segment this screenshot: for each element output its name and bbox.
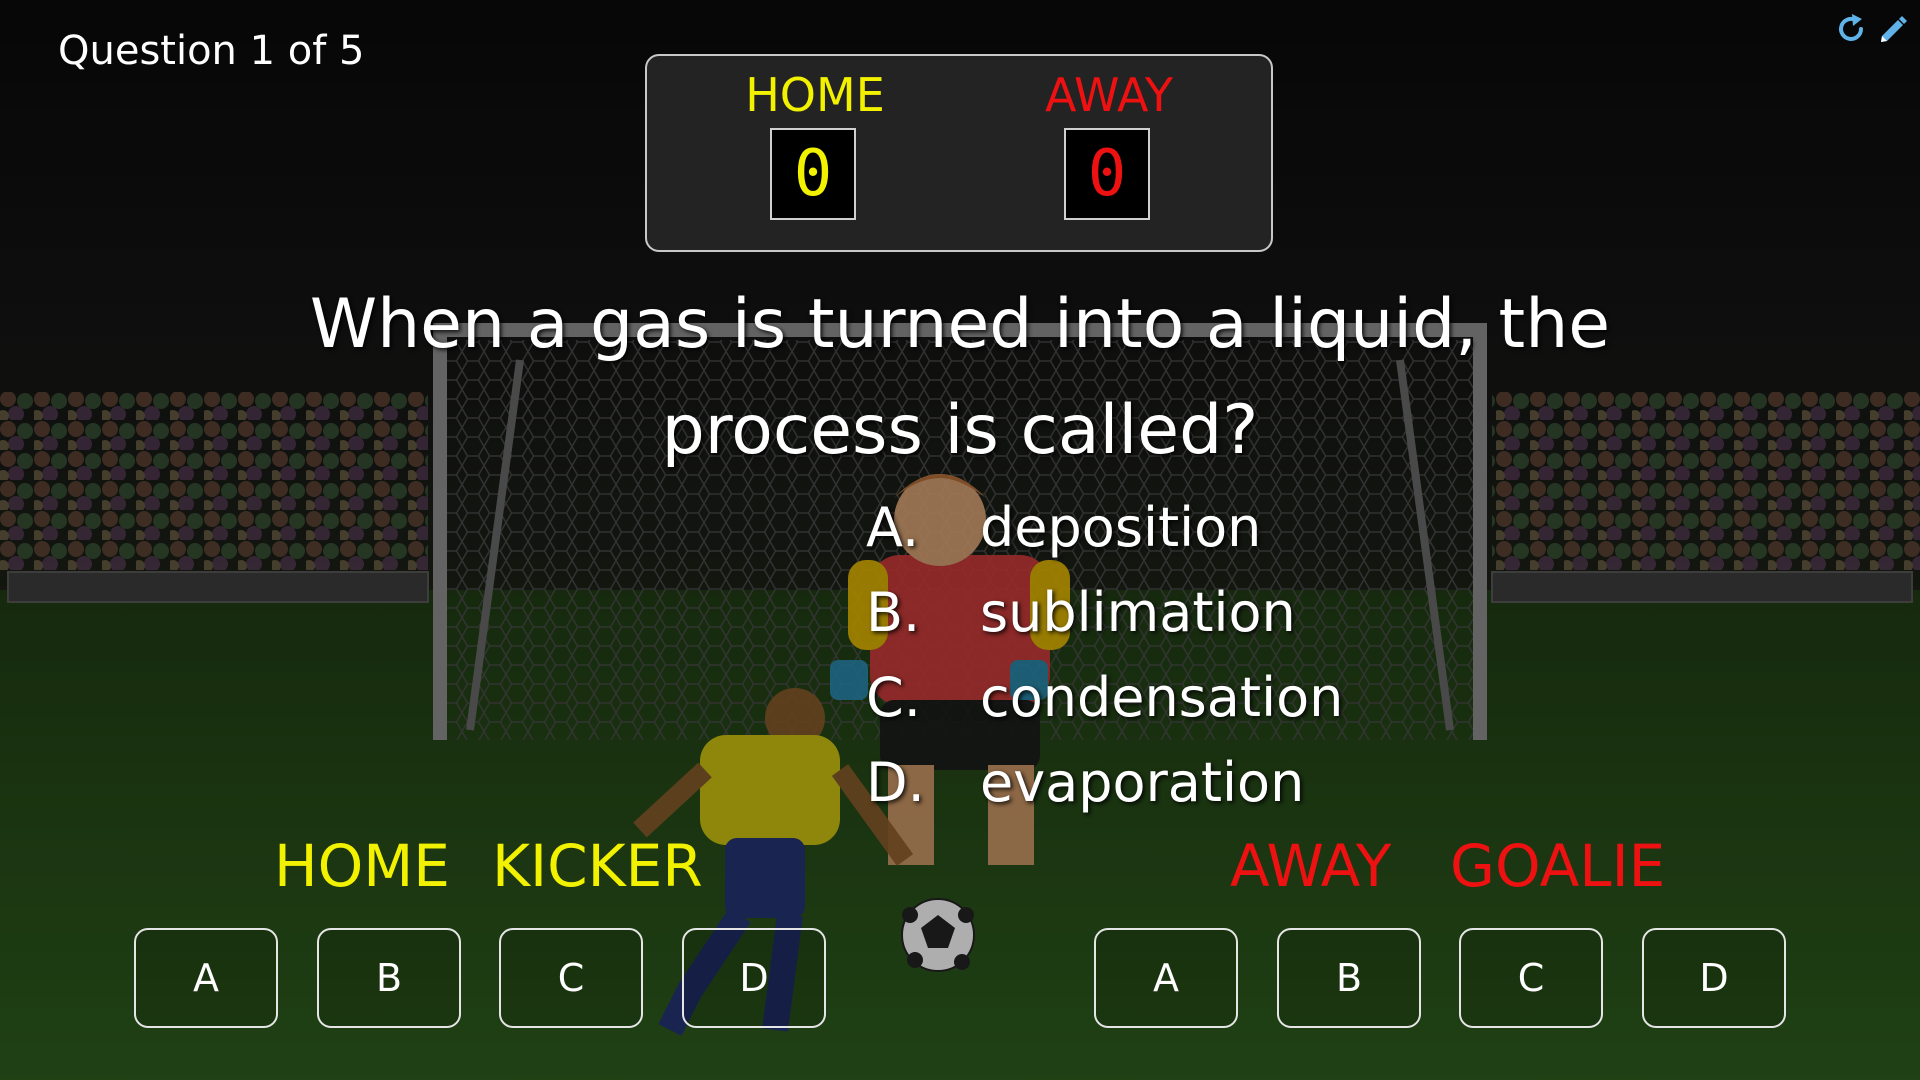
scoreboard-home-label: HOME: [745, 68, 885, 122]
away-role-label: GOALIE: [1450, 832, 1666, 900]
away-answer-a-button[interactable]: A: [1094, 928, 1238, 1028]
away-answer-c-button[interactable]: C: [1459, 928, 1603, 1028]
soccer-ball: [901, 898, 975, 972]
away-score: 0: [1064, 128, 1150, 220]
stand-rail-left: [7, 571, 429, 603]
question-text: When a gas is turned into a liquid, the …: [260, 272, 1660, 484]
game-stage: Question 1 of 5 HOME AWAY 0 0 When a gas…: [0, 0, 1920, 1080]
home-answer-a-button[interactable]: A: [134, 928, 278, 1028]
choice-text: evaporation: [980, 751, 1305, 814]
away-team-label: AWAY: [1230, 832, 1392, 900]
choice-letter: A.: [866, 496, 920, 559]
choice-text: condensation: [980, 666, 1344, 729]
choice-text: sublimation: [980, 581, 1296, 644]
home-role-label: KICKER: [492, 832, 703, 900]
away-answer-d-button[interactable]: D: [1642, 928, 1786, 1028]
home-answer-b-button[interactable]: B: [317, 928, 461, 1028]
choice-text: deposition: [980, 496, 1262, 559]
home-answer-c-button[interactable]: C: [499, 928, 643, 1028]
home-team-label: HOME: [274, 832, 450, 900]
question-line-2: process is called?: [661, 391, 1259, 470]
choice-letter: C.: [866, 666, 921, 729]
refresh-icon[interactable]: [1832, 10, 1870, 48]
home-answer-d-button[interactable]: D: [682, 928, 826, 1028]
question-counter: Question 1 of 5: [58, 28, 365, 74]
scoreboard-away-label: AWAY: [1045, 68, 1173, 122]
home-score: 0: [770, 128, 856, 220]
choice-letter: B.: [866, 581, 921, 644]
away-answer-b-button[interactable]: B: [1277, 928, 1421, 1028]
choice-letter: D.: [866, 751, 925, 814]
pencil-icon[interactable]: [1874, 10, 1912, 48]
question-line-1: When a gas is turned into a liquid, the: [309, 285, 1611, 364]
scoreboard: HOME AWAY 0 0: [645, 54, 1273, 252]
stand-rail-right: [1491, 571, 1913, 603]
